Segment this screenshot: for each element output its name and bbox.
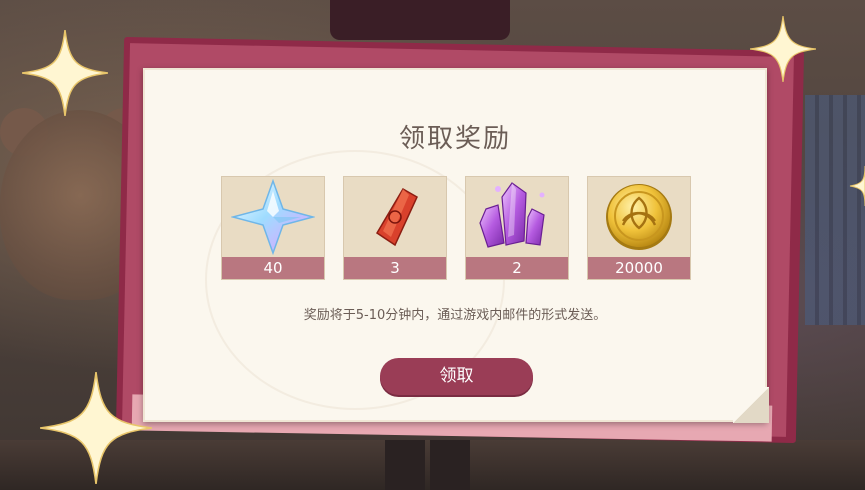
reward-list: 40 3 2 20000 [221, 176, 695, 280]
reward-card[interactable]: 3 [343, 176, 447, 280]
background-window [805, 95, 865, 325]
reward-card[interactable]: 2 [465, 176, 569, 280]
gold-coin-icon [588, 177, 690, 257]
sparkle-icon [842, 166, 865, 206]
sparkle-icon [750, 16, 816, 82]
reward-dialog: 领取奖励 40 3 2 20000 奖励将于5-10分钟内，通过游戏内邮件的形式… [143, 68, 767, 422]
purple-crystal-cluster-icon [466, 177, 568, 257]
dialog-title: 领取奖励 [398, 124, 511, 154]
background-hat [330, 0, 510, 40]
sparkle-icon [22, 30, 108, 116]
claim-button[interactable]: 领取 [380, 358, 533, 395]
page-curl-corner [733, 387, 769, 423]
background-boot [430, 440, 470, 490]
reward-count: 20000 [588, 257, 690, 279]
reward-count: 2 [466, 257, 568, 279]
background-boot [385, 440, 425, 490]
primogem-icon [222, 177, 324, 257]
reward-card[interactable]: 40 [221, 176, 325, 280]
reward-count: 40 [222, 257, 324, 279]
reward-card[interactable]: 20000 [587, 176, 691, 280]
red-crystal-icon [344, 177, 446, 257]
delivery-notice: 奖励将于5-10分钟内，通过游戏内邮件的形式发送。 [303, 308, 607, 323]
sparkle-icon [40, 372, 152, 484]
reward-count: 3 [344, 257, 446, 279]
